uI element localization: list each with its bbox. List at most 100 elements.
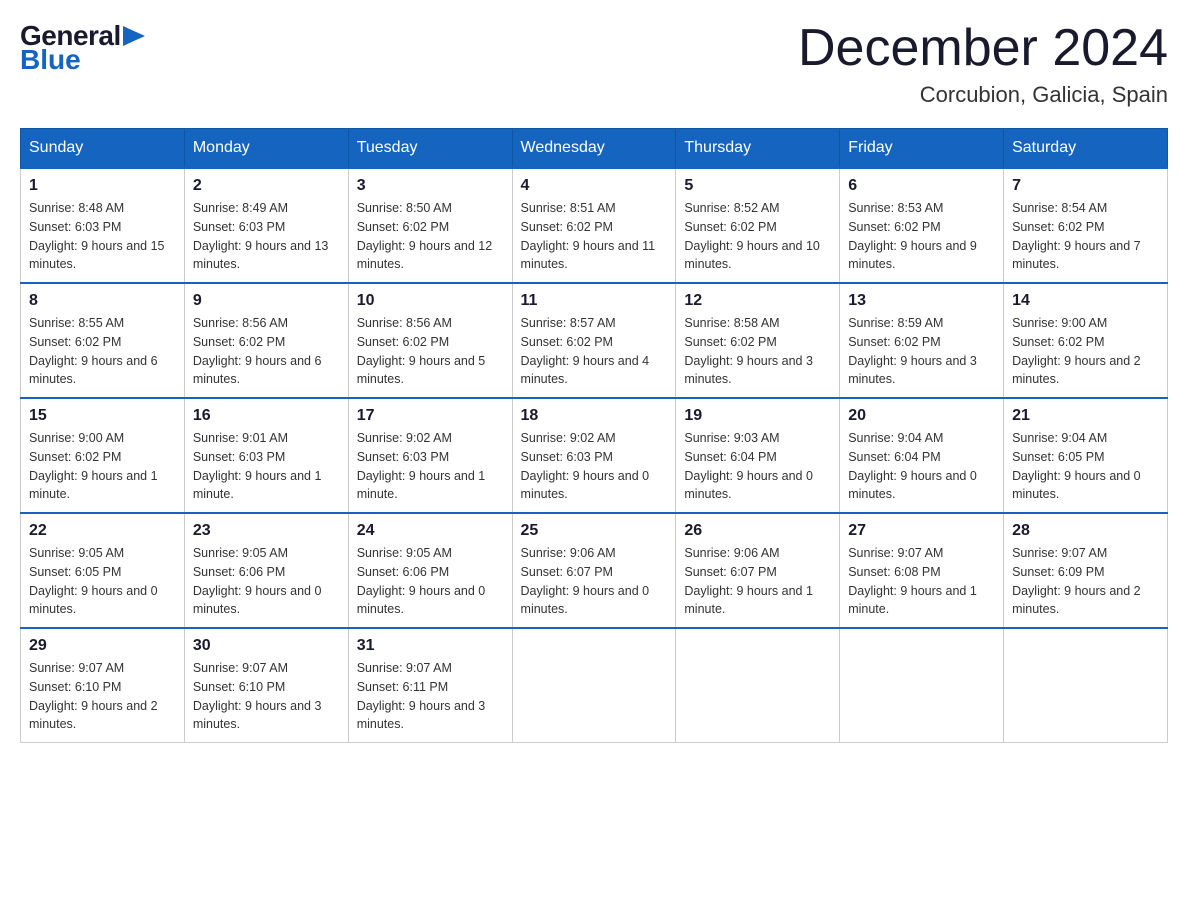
day-info: Sunrise: 9:02 AM Sunset: 6:03 PM Dayligh…	[357, 429, 504, 504]
day-number: 2	[193, 177, 340, 195]
day-number: 20	[848, 407, 995, 425]
table-row: 16 Sunrise: 9:01 AM Sunset: 6:03 PM Dayl…	[184, 398, 348, 513]
day-info: Sunrise: 8:59 AM Sunset: 6:02 PM Dayligh…	[848, 314, 995, 389]
day-number: 27	[848, 522, 995, 540]
day-info: Sunrise: 8:49 AM Sunset: 6:03 PM Dayligh…	[193, 199, 340, 274]
day-number: 17	[357, 407, 504, 425]
month-title: December 2024	[798, 20, 1168, 77]
table-row: 5 Sunrise: 8:52 AM Sunset: 6:02 PM Dayli…	[676, 168, 840, 283]
day-number: 12	[684, 292, 831, 310]
logo-arrow-icon	[123, 22, 153, 50]
day-number: 1	[29, 177, 176, 195]
day-info: Sunrise: 9:06 AM Sunset: 6:07 PM Dayligh…	[684, 544, 831, 619]
day-number: 6	[848, 177, 995, 195]
table-row: 31 Sunrise: 9:07 AM Sunset: 6:11 PM Dayl…	[348, 628, 512, 743]
day-info: Sunrise: 9:03 AM Sunset: 6:04 PM Dayligh…	[684, 429, 831, 504]
day-info: Sunrise: 8:57 AM Sunset: 6:02 PM Dayligh…	[521, 314, 668, 389]
col-friday: Friday	[840, 129, 1004, 169]
day-number: 29	[29, 637, 176, 655]
day-info: Sunrise: 9:00 AM Sunset: 6:02 PM Dayligh…	[1012, 314, 1159, 389]
col-thursday: Thursday	[676, 129, 840, 169]
day-number: 16	[193, 407, 340, 425]
day-number: 23	[193, 522, 340, 540]
day-info: Sunrise: 9:00 AM Sunset: 6:02 PM Dayligh…	[29, 429, 176, 504]
week-row-1: 1 Sunrise: 8:48 AM Sunset: 6:03 PM Dayli…	[21, 168, 1168, 283]
table-row: 20 Sunrise: 9:04 AM Sunset: 6:04 PM Dayl…	[840, 398, 1004, 513]
table-row: 17 Sunrise: 9:02 AM Sunset: 6:03 PM Dayl…	[348, 398, 512, 513]
col-monday: Monday	[184, 129, 348, 169]
col-tuesday: Tuesday	[348, 129, 512, 169]
table-row: 14 Sunrise: 9:00 AM Sunset: 6:02 PM Dayl…	[1004, 283, 1168, 398]
table-row: 2 Sunrise: 8:49 AM Sunset: 6:03 PM Dayli…	[184, 168, 348, 283]
logo: General Blue	[20, 20, 153, 76]
day-info: Sunrise: 8:56 AM Sunset: 6:02 PM Dayligh…	[357, 314, 504, 389]
week-row-3: 15 Sunrise: 9:00 AM Sunset: 6:02 PM Dayl…	[21, 398, 1168, 513]
day-number: 15	[29, 407, 176, 425]
day-info: Sunrise: 8:54 AM Sunset: 6:02 PM Dayligh…	[1012, 199, 1159, 274]
day-number: 19	[684, 407, 831, 425]
table-row: 18 Sunrise: 9:02 AM Sunset: 6:03 PM Dayl…	[512, 398, 676, 513]
day-number: 9	[193, 292, 340, 310]
day-number: 11	[521, 292, 668, 310]
table-row: 1 Sunrise: 8:48 AM Sunset: 6:03 PM Dayli…	[21, 168, 185, 283]
col-saturday: Saturday	[1004, 129, 1168, 169]
table-row: 28 Sunrise: 9:07 AM Sunset: 6:09 PM Dayl…	[1004, 513, 1168, 628]
table-row: 24 Sunrise: 9:05 AM Sunset: 6:06 PM Dayl…	[348, 513, 512, 628]
table-row	[676, 628, 840, 743]
day-info: Sunrise: 8:58 AM Sunset: 6:02 PM Dayligh…	[684, 314, 831, 389]
day-info: Sunrise: 9:01 AM Sunset: 6:03 PM Dayligh…	[193, 429, 340, 504]
day-info: Sunrise: 9:07 AM Sunset: 6:09 PM Dayligh…	[1012, 544, 1159, 619]
title-section: December 2024 Corcubion, Galicia, Spain	[798, 20, 1168, 108]
table-row: 25 Sunrise: 9:06 AM Sunset: 6:07 PM Dayl…	[512, 513, 676, 628]
table-row	[1004, 628, 1168, 743]
table-row: 10 Sunrise: 8:56 AM Sunset: 6:02 PM Dayl…	[348, 283, 512, 398]
table-row: 6 Sunrise: 8:53 AM Sunset: 6:02 PM Dayli…	[840, 168, 1004, 283]
table-row: 15 Sunrise: 9:00 AM Sunset: 6:02 PM Dayl…	[21, 398, 185, 513]
day-number: 4	[521, 177, 668, 195]
table-row: 27 Sunrise: 9:07 AM Sunset: 6:08 PM Dayl…	[840, 513, 1004, 628]
calendar-header-row: Sunday Monday Tuesday Wednesday Thursday…	[21, 129, 1168, 169]
table-row: 3 Sunrise: 8:50 AM Sunset: 6:02 PM Dayli…	[348, 168, 512, 283]
day-info: Sunrise: 9:07 AM Sunset: 6:11 PM Dayligh…	[357, 659, 504, 734]
day-number: 28	[1012, 522, 1159, 540]
table-row: 21 Sunrise: 9:04 AM Sunset: 6:05 PM Dayl…	[1004, 398, 1168, 513]
day-number: 31	[357, 637, 504, 655]
day-number: 22	[29, 522, 176, 540]
day-number: 8	[29, 292, 176, 310]
day-info: Sunrise: 9:04 AM Sunset: 6:04 PM Dayligh…	[848, 429, 995, 504]
day-info: Sunrise: 8:56 AM Sunset: 6:02 PM Dayligh…	[193, 314, 340, 389]
day-info: Sunrise: 8:50 AM Sunset: 6:02 PM Dayligh…	[357, 199, 504, 274]
day-info: Sunrise: 8:55 AM Sunset: 6:02 PM Dayligh…	[29, 314, 176, 389]
table-row: 29 Sunrise: 9:07 AM Sunset: 6:10 PM Dayl…	[21, 628, 185, 743]
table-row: 13 Sunrise: 8:59 AM Sunset: 6:02 PM Dayl…	[840, 283, 1004, 398]
table-row: 30 Sunrise: 9:07 AM Sunset: 6:10 PM Dayl…	[184, 628, 348, 743]
logo-blue-text: Blue	[20, 44, 81, 76]
table-row: 23 Sunrise: 9:05 AM Sunset: 6:06 PM Dayl…	[184, 513, 348, 628]
week-row-4: 22 Sunrise: 9:05 AM Sunset: 6:05 PM Dayl…	[21, 513, 1168, 628]
table-row: 8 Sunrise: 8:55 AM Sunset: 6:02 PM Dayli…	[21, 283, 185, 398]
table-row: 11 Sunrise: 8:57 AM Sunset: 6:02 PM Dayl…	[512, 283, 676, 398]
table-row	[512, 628, 676, 743]
day-info: Sunrise: 8:53 AM Sunset: 6:02 PM Dayligh…	[848, 199, 995, 274]
day-info: Sunrise: 9:02 AM Sunset: 6:03 PM Dayligh…	[521, 429, 668, 504]
day-number: 21	[1012, 407, 1159, 425]
col-wednesday: Wednesday	[512, 129, 676, 169]
calendar-table: Sunday Monday Tuesday Wednesday Thursday…	[20, 128, 1168, 743]
day-info: Sunrise: 8:51 AM Sunset: 6:02 PM Dayligh…	[521, 199, 668, 274]
day-info: Sunrise: 9:04 AM Sunset: 6:05 PM Dayligh…	[1012, 429, 1159, 504]
day-info: Sunrise: 9:06 AM Sunset: 6:07 PM Dayligh…	[521, 544, 668, 619]
table-row: 9 Sunrise: 8:56 AM Sunset: 6:02 PM Dayli…	[184, 283, 348, 398]
table-row: 7 Sunrise: 8:54 AM Sunset: 6:02 PM Dayli…	[1004, 168, 1168, 283]
location: Corcubion, Galicia, Spain	[798, 82, 1168, 108]
day-number: 30	[193, 637, 340, 655]
day-number: 26	[684, 522, 831, 540]
day-info: Sunrise: 9:07 AM Sunset: 6:10 PM Dayligh…	[193, 659, 340, 734]
day-number: 10	[357, 292, 504, 310]
week-row-2: 8 Sunrise: 8:55 AM Sunset: 6:02 PM Dayli…	[21, 283, 1168, 398]
day-info: Sunrise: 8:48 AM Sunset: 6:03 PM Dayligh…	[29, 199, 176, 274]
day-number: 5	[684, 177, 831, 195]
page-header: General Blue December 2024 Corcubion, Ga…	[20, 20, 1168, 108]
day-number: 18	[521, 407, 668, 425]
day-info: Sunrise: 9:05 AM Sunset: 6:06 PM Dayligh…	[193, 544, 340, 619]
day-number: 14	[1012, 292, 1159, 310]
